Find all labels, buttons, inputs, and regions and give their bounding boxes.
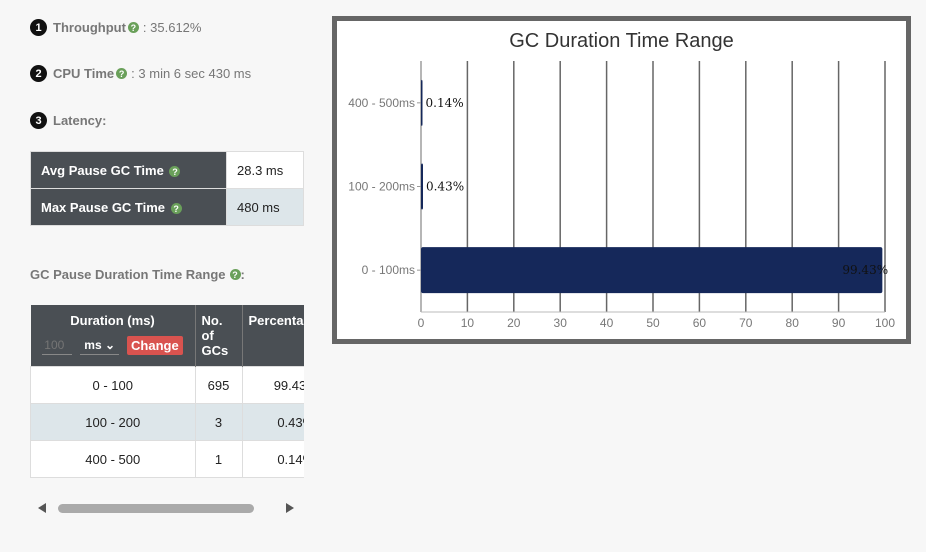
duration-title-suffix: : bbox=[240, 267, 245, 282]
bar-data-label: 0.14% bbox=[426, 96, 464, 110]
percentage-cell: 0.43% bbox=[241, 403, 304, 441]
gc-count-cell: 695 bbox=[194, 366, 243, 404]
x-tick-label: 60 bbox=[693, 316, 707, 330]
percentage-cell: 0.14% bbox=[241, 440, 304, 478]
chevron-down-icon: ⌄ bbox=[104, 338, 116, 352]
pause-time-table: Avg Pause GC Time ? 28.3 ms Max Pause GC… bbox=[30, 151, 304, 226]
avg-pause-value: 28.3 ms bbox=[226, 151, 304, 189]
x-tick-label: 10 bbox=[461, 316, 475, 330]
x-tick-label: 40 bbox=[600, 316, 614, 330]
horizontal-scrollbar[interactable] bbox=[30, 498, 304, 518]
latency-metric: 3 Latency: bbox=[30, 112, 106, 129]
duration-table: Duration (ms) ms ⌄ Change No. of GCs Per… bbox=[30, 305, 304, 478]
x-tick-label: 0 bbox=[418, 316, 425, 330]
x-tick-label: 70 bbox=[739, 316, 753, 330]
latency-label: Latency: bbox=[53, 113, 107, 128]
x-tick-label: 100 bbox=[875, 316, 895, 330]
max-pause-label: Max Pause GC Time bbox=[41, 199, 166, 215]
y-tick-label: 0 - 100ms bbox=[362, 263, 415, 277]
gc-duration-chart: GC Duration Time Range 0 10 20 30 40 50 60 70 80 9… bbox=[332, 16, 911, 344]
unit-select-value: ms bbox=[84, 338, 102, 352]
chart-svg: GC Duration Time Range 0 10 20 30 40 50 60 70 80 9… bbox=[348, 30, 895, 330]
scroll-right-icon[interactable] bbox=[286, 503, 294, 513]
cpu-time-metric: 2 CPU Time ? : 3 min 6 sec 430 ms bbox=[30, 65, 251, 82]
duration-section-title: GC Pause Duration Time Range ? : bbox=[30, 267, 245, 282]
throughput-metric: 1 Throughput ? : 35.612% bbox=[30, 19, 201, 36]
chart-bar bbox=[421, 163, 423, 210]
help-icon[interactable]: ? bbox=[116, 68, 128, 79]
table-row: 100 - 200 3 0.43% bbox=[30, 403, 304, 441]
bar-data-label: 0.43% bbox=[426, 180, 464, 194]
step-3-badge: 3 bbox=[30, 112, 47, 129]
scroll-left-icon[interactable] bbox=[38, 503, 46, 513]
cpu-time-label: CPU Time bbox=[53, 66, 115, 81]
max-pause-label-cell: Max Pause GC Time ? bbox=[30, 188, 227, 226]
change-button[interactable]: Change bbox=[127, 336, 183, 355]
max-pause-value: 480 ms bbox=[226, 188, 304, 226]
x-tick-label: 30 bbox=[554, 316, 568, 330]
chart-title: GC Duration Time Range bbox=[509, 30, 734, 52]
duration-control: ms ⌄ Change bbox=[37, 336, 189, 355]
table-row: Avg Pause GC Time ? 28.3 ms bbox=[30, 151, 304, 189]
table-row: Max Pause GC Time ? 480 ms bbox=[30, 188, 304, 226]
duration-range-cell: 0 - 100 bbox=[30, 366, 196, 404]
y-tick-label: 100 - 200ms bbox=[348, 180, 415, 194]
help-icon[interactable]: ? bbox=[169, 166, 181, 177]
gc-count-cell: 1 bbox=[194, 440, 243, 478]
step-2-badge: 2 bbox=[30, 65, 47, 82]
help-icon[interactable]: ? bbox=[229, 269, 241, 280]
throughput-value: : 35.612% bbox=[142, 20, 202, 35]
unit-select[interactable]: ms ⌄ bbox=[80, 336, 120, 355]
help-icon[interactable]: ? bbox=[127, 22, 139, 33]
x-tick-label: 50 bbox=[646, 316, 660, 330]
avg-pause-label-cell: Avg Pause GC Time ? bbox=[30, 151, 227, 189]
percentage-header: Percenta bbox=[242, 305, 304, 367]
table-row: 0 - 100 695 99.43% bbox=[30, 366, 304, 404]
header-row: Duration (ms) ms ⌄ Change No. of GCs Per… bbox=[30, 305, 304, 367]
duration-range-cell: 400 - 500 bbox=[30, 440, 196, 478]
help-icon[interactable]: ? bbox=[170, 203, 182, 214]
throughput-label: Throughput bbox=[53, 20, 126, 35]
chart-bar bbox=[421, 247, 883, 294]
avg-pause-label: Avg Pause GC Time bbox=[41, 162, 164, 178]
duration-header: Duration (ms) ms ⌄ Change bbox=[30, 305, 196, 367]
chart-bar bbox=[421, 79, 423, 126]
duration-table-viewport: Duration (ms) ms ⌄ Change No. of GCs Per… bbox=[30, 305, 304, 481]
duration-bucket-input[interactable] bbox=[42, 336, 73, 355]
duration-title-text: GC Pause Duration Time Range bbox=[30, 267, 226, 282]
scrollbar-thumb[interactable] bbox=[58, 504, 254, 513]
y-tick-label: 400 - 500ms bbox=[348, 96, 415, 110]
gc-count-cell: 3 bbox=[194, 403, 243, 441]
duration-range-cell: 100 - 200 bbox=[30, 403, 196, 441]
bar-data-label: 99.43% bbox=[842, 263, 888, 277]
duration-header-label: Duration (ms) bbox=[70, 313, 155, 328]
gc-count-header: No. of GCs bbox=[195, 305, 243, 367]
x-tick-label: 90 bbox=[832, 316, 846, 330]
x-tick-label: 80 bbox=[786, 316, 800, 330]
step-1-badge: 1 bbox=[30, 19, 47, 36]
percentage-cell: 99.43% bbox=[241, 366, 304, 404]
table-row: 400 - 500 1 0.14% bbox=[30, 440, 304, 478]
x-tick-label: 20 bbox=[507, 316, 521, 330]
cpu-time-value: : 3 min 6 sec 430 ms bbox=[131, 66, 252, 81]
